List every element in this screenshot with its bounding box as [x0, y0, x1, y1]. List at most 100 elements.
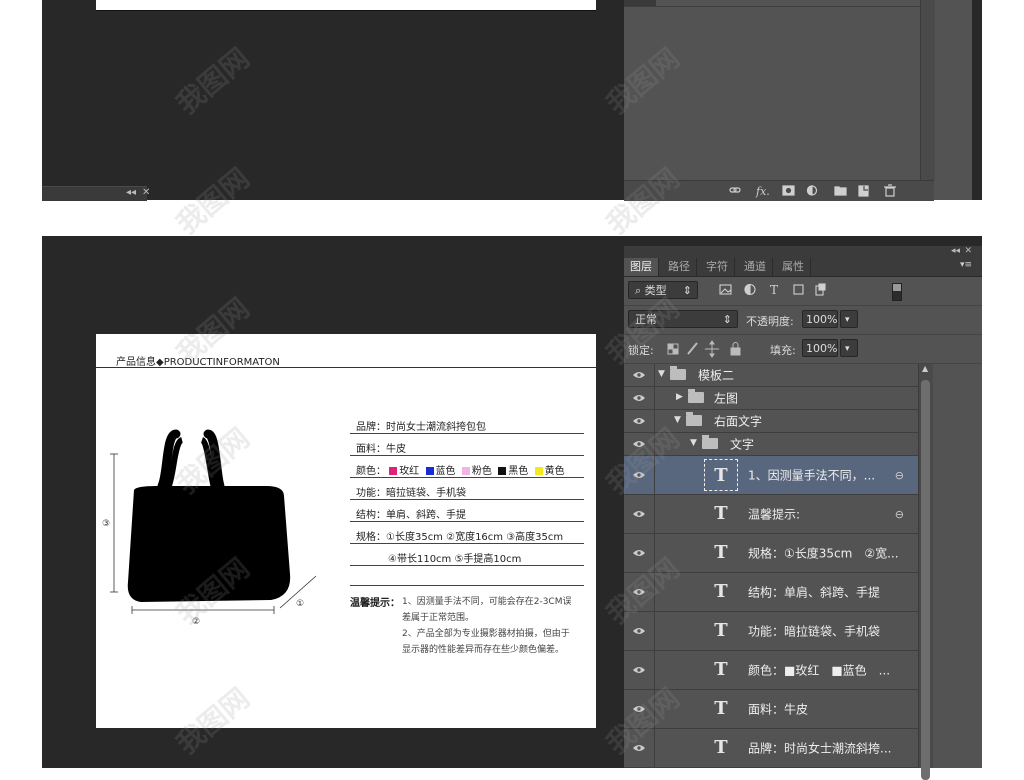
scrollbar-thumb[interactable] [921, 380, 930, 780]
eye-icon [633, 550, 645, 556]
workspace-top: ◂◂ ✕ fx. [42, 0, 982, 201]
eye-icon [633, 745, 645, 751]
expand-arrow-icon[interactable]: ▼ [690, 438, 697, 448]
visibility-toggle[interactable] [624, 433, 655, 455]
layer-name: 模板二 [698, 368, 735, 383]
panel-tabs: 图层 路径 字符 通道 属性 ▾≡ [624, 258, 982, 277]
text-layer-color[interactable]: T 颜色：■玫红 ■蓝色 ... [624, 651, 918, 690]
eye-icon [633, 589, 645, 595]
tab-character[interactable]: 字符 [700, 258, 735, 276]
scroll-up-icon[interactable]: ▲ [922, 364, 928, 373]
smart-object-filter-icon[interactable] [815, 283, 826, 296]
tip-line-4: 显示器的性能差异而存在些少颜色偏差。 [402, 645, 565, 655]
trash-icon[interactable] [884, 184, 896, 197]
visibility-toggle[interactable] [624, 364, 655, 386]
fill-slider-button[interactable]: ▾ [840, 339, 858, 357]
scrollbar[interactable] [920, 0, 935, 180]
expand-arrow-icon[interactable]: ▼ [674, 415, 681, 425]
panel-menu-icon[interactable]: ▾≡ [960, 260, 972, 270]
adjustment-filter-icon[interactable] [744, 283, 756, 296]
nav-arrows-icon[interactable]: ◂◂ [126, 187, 136, 198]
type-filter-icon[interactable]: T [770, 283, 778, 297]
opacity-value: 100% [806, 313, 838, 326]
close-icon[interactable]: ✕ [964, 246, 972, 256]
layer-name: 颜色：■玫红 ■蓝色 ... [748, 663, 891, 678]
lock-position-icon[interactable] [705, 340, 719, 358]
filter-kind-dropdown[interactable]: ⌕ 类型 ⇕ [628, 281, 698, 299]
tab-channels[interactable]: 通道 [738, 258, 773, 276]
document-canvas-top [96, 0, 596, 10]
opacity-field[interactable]: 100% [802, 310, 838, 328]
layer-name: 温馨提示: [748, 507, 801, 522]
text-layer-fabric[interactable]: T 面料：牛皮 [624, 690, 918, 729]
close-icon[interactable]: ✕ [142, 187, 150, 198]
pixel-filter-icon[interactable] [719, 284, 732, 295]
rule-8 [350, 585, 584, 586]
eye-icon [633, 418, 645, 424]
expand-arrow-icon[interactable]: ▼ [658, 369, 665, 379]
tab-layers[interactable]: 图层 [624, 258, 659, 276]
lock-paint-icon[interactable] [687, 342, 698, 355]
layer-name: 面料：牛皮 [748, 702, 809, 717]
text-layer-note-selected[interactable]: T 1、因测量手法不同，... ⊖ [624, 456, 918, 495]
layer-name: 文字 [730, 437, 755, 452]
opacity-slider-button[interactable]: ▾ [840, 310, 858, 328]
text-layer-brand[interactable]: T 品牌：时尚女士潮流斜挎... [624, 729, 918, 768]
handbag-illustration: ③ ② ① [102, 429, 317, 627]
text-layer-function[interactable]: T 功能：暗拉链袋、手机袋 [624, 612, 918, 651]
layers-panel: ◂◂ ✕ 图层 路径 字符 通道 属性 ▾≡ ⌕ 类型 ⇕ T 正常 ⇕ 不透明… [624, 246, 982, 780]
fill-value: 100% [806, 342, 838, 355]
text-layer-tips[interactable]: T 温馨提示: ⊖ [624, 495, 918, 534]
swatch-black [498, 467, 507, 475]
visibility-toggle[interactable] [624, 729, 655, 767]
text-layer-spec[interactable]: T 规格：①长度35cm ②宽... [624, 534, 918, 573]
collapse-icon[interactable]: ◂◂ [951, 246, 960, 256]
mask-icon[interactable] [782, 185, 795, 196]
rule-4 [350, 499, 584, 500]
link-icon: ⊖ [894, 508, 904, 521]
tab-paths[interactable]: 路径 [662, 258, 697, 276]
text-layer-icon: T [714, 737, 728, 758]
fabric-text: 面料：牛皮 [356, 444, 406, 455]
visibility-toggle[interactable] [624, 387, 655, 409]
filter-icons: T [719, 283, 826, 297]
shape-filter-icon[interactable] [793, 284, 804, 295]
layer-group-right-text[interactable]: ▼ 右面文字 [624, 410, 918, 433]
visibility-toggle[interactable] [624, 612, 655, 650]
visibility-toggle[interactable] [624, 534, 655, 572]
tip-line-3: 2、产品全部为专业摄影器材拍摄，但由于 [402, 629, 570, 639]
layer-group-text[interactable]: ▼ 文字 [624, 433, 918, 456]
text-layer-structure[interactable]: T 结构：单肩、斜跨、手提 [624, 573, 918, 612]
adjustment-icon[interactable] [806, 185, 818, 196]
color-black: 黑色 [508, 466, 529, 477]
blend-mode-value: 正常 [635, 313, 657, 326]
layer-group-left-image[interactable]: ▶ 左图 [624, 387, 918, 410]
text-layer-icon: T [714, 503, 728, 524]
collapse-arrow-icon[interactable]: ▶ [676, 392, 683, 402]
visibility-toggle[interactable] [624, 456, 655, 494]
visibility-toggle[interactable] [624, 573, 655, 611]
lock-transparent-icon[interactable] [667, 343, 679, 355]
visibility-toggle[interactable] [624, 410, 655, 432]
filter-toggle[interactable] [892, 283, 902, 301]
blend-mode-dropdown[interactable]: 正常 ⇕ [628, 310, 738, 328]
visibility-toggle[interactable] [624, 495, 655, 533]
dim-label-height: ③ [102, 519, 110, 529]
fill-field[interactable]: 100% [802, 339, 838, 357]
eye-icon [633, 472, 645, 478]
layer-name: 规格：①长度35cm ②宽... [748, 546, 899, 561]
tab-properties[interactable]: 属性 [776, 258, 811, 276]
folder-icon [670, 366, 686, 380]
visibility-toggle[interactable] [624, 651, 655, 689]
lock-all-icon[interactable] [730, 342, 741, 356]
footer-icons: fx. [729, 184, 896, 198]
doc-header: 产品信息◆PRODUCTINFORMATON [116, 357, 280, 368]
visibility-toggle[interactable] [624, 690, 655, 728]
new-layer-icon[interactable] [858, 185, 869, 197]
layers-scrollbar[interactable]: ▲ [918, 364, 933, 780]
swatch-blue [425, 467, 434, 475]
layer-group-template2[interactable]: ▼ 模板二 [624, 364, 918, 387]
folder-icon[interactable] [834, 186, 847, 196]
fx-icon[interactable]: fx. [755, 185, 770, 198]
link-icon[interactable] [729, 187, 741, 193]
